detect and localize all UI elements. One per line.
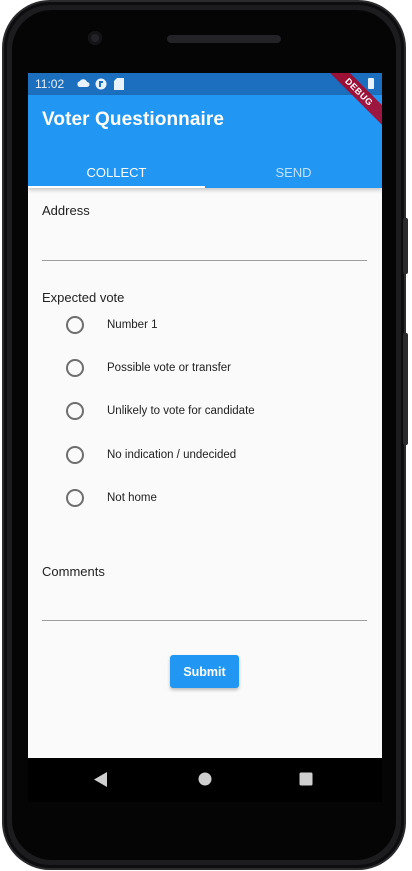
app-screen: 11:02 Voter Questionnaire COLLECT SEND D…: [28, 73, 382, 758]
comments-input-underline: [42, 620, 367, 621]
tab-bar: COLLECT SEND: [28, 159, 382, 188]
radio-option-number-1[interactable]: Number 1: [66, 310, 158, 340]
navigation-bar: [28, 758, 382, 802]
radio-option-label: Not home: [107, 492, 157, 504]
expected-vote-label: Expected vote: [42, 290, 125, 305]
volume-button: [403, 218, 408, 274]
radio-option-label: Possible vote or transfer: [107, 362, 232, 374]
back-icon[interactable]: [94, 772, 108, 792]
comments-input[interactable]: [42, 584, 367, 620]
address-input[interactable]: [42, 223, 367, 259]
radio-option-label: No indication / undecided: [107, 449, 237, 461]
home-icon[interactable]: [198, 772, 212, 791]
radio-option-possible-vote[interactable]: Possible vote or transfer: [66, 353, 231, 383]
radio-button[interactable]: [66, 489, 84, 507]
address-input-underline: [42, 260, 367, 261]
radio-button[interactable]: [66, 359, 84, 377]
radio-option-unlikely[interactable]: Unlikely to vote for candidate: [66, 396, 255, 426]
earpiece-speaker: [167, 35, 281, 43]
radio-option-label: Unlikely to vote for candidate: [107, 405, 255, 417]
tab-send[interactable]: SEND: [205, 159, 382, 188]
flutter-app-icon: [95, 78, 107, 90]
battery-icon: [368, 78, 374, 89]
cloud-icon: [76, 78, 90, 88]
status-time: 11:02: [35, 77, 65, 91]
radio-button[interactable]: [66, 446, 84, 464]
radio-option-label: Number 1: [107, 319, 158, 331]
comments-label: Comments: [42, 564, 105, 579]
recents-icon[interactable]: [299, 772, 313, 791]
radio-option-not-home[interactable]: Not home: [66, 483, 157, 513]
radio-button[interactable]: [66, 402, 84, 420]
front-camera: [88, 31, 102, 45]
app-bar: Voter Questionnaire COLLECT SEND: [28, 95, 382, 188]
submit-button[interactable]: Submit: [170, 655, 239, 688]
power-button: [403, 333, 408, 445]
radio-button[interactable]: [66, 316, 84, 334]
tab-collect[interactable]: COLLECT: [28, 159, 205, 188]
sd-card-icon: [114, 78, 124, 90]
radio-option-undecided[interactable]: No indication / undecided: [66, 440, 236, 470]
app-title: Voter Questionnaire: [42, 109, 225, 130]
status-bar: 11:02: [28, 73, 382, 95]
address-label: Address: [42, 203, 90, 218]
